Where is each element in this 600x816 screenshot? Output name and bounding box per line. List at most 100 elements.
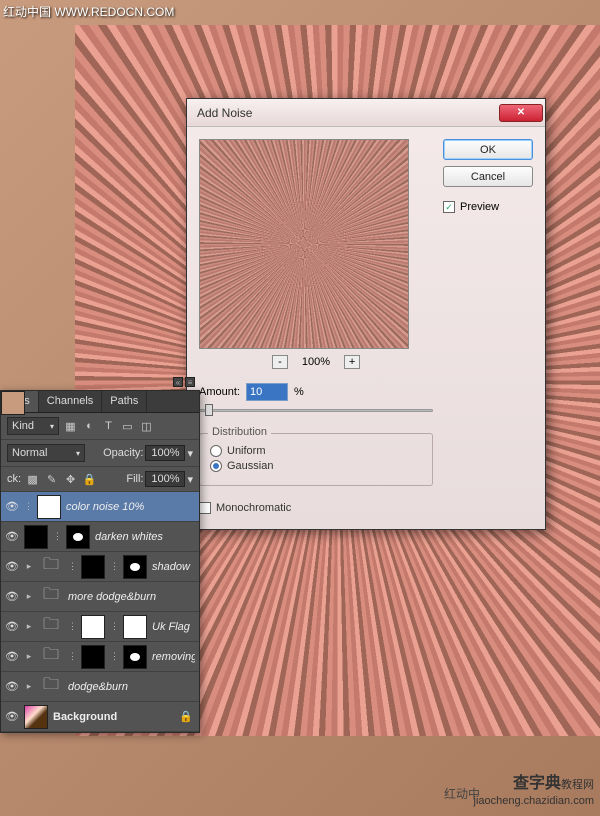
layer-mask-thumbnail[interactable] [66,525,90,549]
tab-channels[interactable]: Channels [39,391,102,412]
chevron-down-icon[interactable]: ▾ [187,473,193,486]
lock-all-icon[interactable]: 🔒 [82,472,97,487]
layer-row[interactable]: 👁 ⋮ darken whites [1,522,199,552]
layer-name[interactable]: removing red [152,651,195,663]
fill-input[interactable]: 100% [145,471,185,487]
menu-icon[interactable]: ≡ [185,377,195,387]
gaussian-radio-row[interactable]: Gaussian [210,460,422,472]
link-icon: ⋮ [110,651,118,662]
layer-mask-thumbnail[interactable] [37,495,61,519]
kind-dropdown[interactable]: Kind▾ [7,417,59,435]
visibility-icon[interactable]: 👁 [5,620,19,633]
filter-type-icon[interactable]: T [101,419,116,434]
gaussian-radio[interactable] [210,460,222,472]
zoom-out-button[interactable]: - [272,355,288,369]
lock-paint-icon[interactable]: ✎ [44,472,59,487]
cancel-button[interactable]: Cancel [443,166,533,187]
visibility-icon[interactable]: 👁 [5,590,19,603]
disclosure-icon[interactable]: ▸ [24,681,34,692]
layer-name[interactable]: color noise 10% [66,501,195,513]
folder-icon: 🗀 [39,615,63,639]
folder-icon: 🗀 [39,645,63,669]
visibility-icon[interactable]: 👁 [5,530,19,543]
collapse-icon[interactable]: « [173,377,183,387]
preview-checkbox[interactable]: ✓ [443,201,455,213]
disclosure-icon[interactable]: ▸ [24,591,34,602]
layer-thumbnail[interactable] [1,391,25,415]
link-icon: ⋮ [110,621,118,632]
layer-row[interactable]: 👁▸🗀⋮⋮shadow [1,552,199,582]
uniform-radio[interactable] [210,445,222,457]
visibility-icon[interactable]: 👁 [5,710,19,723]
visibility-icon[interactable]: 👁 [5,680,19,693]
visibility-icon[interactable]: 👁 [5,560,19,573]
amount-row: Amount: % [199,383,433,401]
ok-button[interactable]: OK [443,139,533,160]
distribution-fieldset: Distribution Uniform Gaussian [199,433,433,486]
preview-checkbox-row[interactable]: ✓ Preview [443,201,533,213]
disclosure-icon[interactable]: ▸ [24,621,34,632]
watermark-top-left: 红动中国 WWW.REDOCN.COM [3,3,174,20]
layer-name[interactable]: shadow [152,561,195,573]
layer-name[interactable]: Background [53,711,174,723]
monochromatic-row[interactable]: Monochromatic [199,502,433,514]
layer-row[interactable]: 👁▸🗀⋮⋮removing red [1,642,199,672]
gaussian-label: Gaussian [227,460,273,472]
layer-thumbnail[interactable] [81,555,105,579]
disclosure-icon[interactable]: ▸ [24,561,34,572]
layer-thumbnail[interactable] [81,645,105,669]
layer-mask-thumbnail[interactable] [123,615,147,639]
lock-position-icon[interactable]: ✥ [63,472,78,487]
layer-thumbnail[interactable] [81,615,105,639]
dialog-titlebar[interactable]: Add Noise ✕ [187,99,545,127]
layer-mask-thumbnail[interactable] [123,555,147,579]
opacity-input[interactable]: 100% [145,445,185,461]
layer-row[interactable]: 👁▸🗀dodge&burn [1,672,199,702]
tab-paths[interactable]: Paths [102,391,147,412]
filter-adjust-icon[interactable]: ◐ [82,419,97,434]
zoom-controls: - 100% + [199,355,433,369]
watermark-bottom-right: 查字典教程网 jiaocheng.chazidian.com [474,774,594,808]
layer-name[interactable]: Uk Flag [152,621,195,633]
layer-row[interactable]: 👁 ▸ 🗀 ⋮ ⋮ Uk Flag [1,612,199,642]
monochromatic-label: Monochromatic [216,502,291,514]
chevron-down-icon: ▾ [50,422,54,431]
visibility-icon[interactable]: 👁 [5,650,19,663]
link-icon: ⋮ [53,531,61,542]
layer-row[interactable]: 👁⋮color noise 10% [1,492,199,522]
filter-shape-icon[interactable]: ▭ [120,419,135,434]
panel-flyout: « ≡ [173,377,195,387]
monochromatic-checkbox[interactable] [199,502,211,514]
zoom-in-button[interactable]: + [344,355,360,369]
layer-name[interactable]: more dodge&burn [68,591,195,603]
folder-icon: 🗀 [39,555,63,579]
slider-thumb[interactable] [205,404,213,416]
uniform-label: Uniform [227,445,266,457]
layer-row[interactable]: 👁Background🔒 [1,702,199,732]
layers-panel: « ≡ yers Channels Paths Kind▾ ▦ ◐ T ▭ ◫ … [0,390,200,733]
add-noise-dialog: Add Noise ✕ - 100% + Amount: % Distribut… [186,98,546,530]
blend-mode-dropdown[interactable]: Normal▾ [7,444,85,462]
uniform-radio-row[interactable]: Uniform [210,445,422,457]
link-icon: ⋮ [68,621,76,632]
amount-suffix: % [294,386,304,398]
layer-thumbnail[interactable] [24,525,48,549]
filter-pixel-icon[interactable]: ▦ [63,419,78,434]
lock-transparency-icon[interactable]: ▩ [25,472,40,487]
layer-name[interactable]: dodge&burn [68,681,195,693]
noise-preview[interactable] [199,139,409,349]
layer-name[interactable]: darken whites [95,531,195,543]
lock-label: ck: [7,473,21,485]
filter-smart-icon[interactable]: ◫ [139,419,154,434]
amount-input[interactable] [246,383,288,401]
layer-row[interactable]: 👁▸🗀more dodge&burn [1,582,199,612]
close-icon[interactable]: ✕ [499,104,543,122]
link-icon: ⋮ [68,561,76,572]
layer-thumbnail[interactable] [24,705,48,729]
amount-slider[interactable] [199,403,433,419]
chevron-down-icon[interactable]: ▾ [187,447,193,460]
layer-mask-thumbnail[interactable] [123,645,147,669]
slider-track [199,409,433,412]
visibility-icon[interactable]: 👁 [5,500,19,513]
disclosure-icon[interactable]: ▸ [24,651,34,662]
